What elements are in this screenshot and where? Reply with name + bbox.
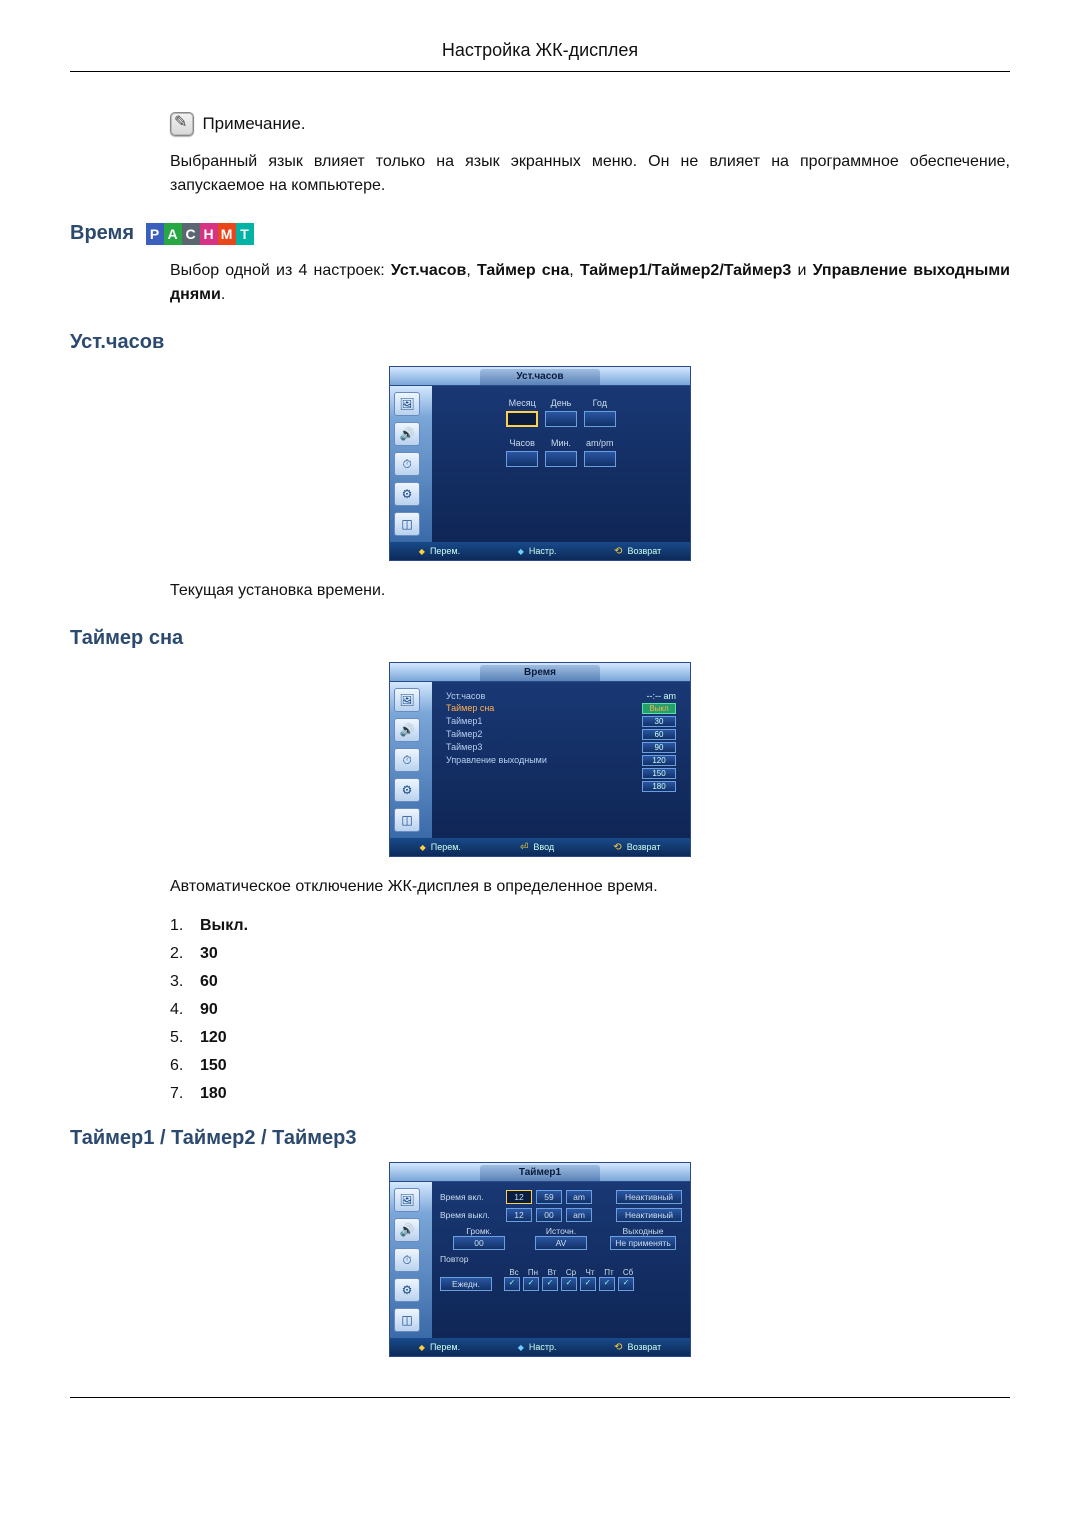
note-text: Выбранный язык влияет только на язык экр… [170,150,1010,198]
sleep-timer-row[interactable]: Таймер сна Выкл [440,702,682,715]
footer-return: Возврат [613,842,660,853]
osd-clockset: Уст.часов 🖼 🔊 ⏱ ⚙ ◫ Месяц День Год [389,366,691,561]
osd-title: Время [480,665,600,681]
osd-sidebar: 🖼 🔊 ⏱ ⚙ ◫ [390,386,432,542]
day-checkbox[interactable]: ✓ [580,1277,596,1291]
day-field[interactable] [545,411,577,427]
clock-icon: ⏱ [394,748,420,772]
time-intro: Выбор одной из 4 настроек: Уст.часов, Та… [170,259,1010,307]
repeat-field[interactable]: Ежедн. [440,1277,492,1291]
multi-icon: ◫ [394,512,420,536]
day-checkbox[interactable]: ✓ [599,1277,615,1291]
settings-icon: ⚙ [394,482,420,506]
on-min[interactable]: 59 [536,1190,562,1204]
settings-icon: ⚙ [394,778,420,802]
on-state[interactable]: Неактивный [616,1190,682,1204]
on-ampm[interactable]: am [566,1190,592,1204]
osd-title: Таймер1 [480,1165,600,1181]
sound-icon: 🔊 [394,718,420,742]
year-field[interactable] [584,411,616,427]
section-heading-time: Время P A C H M T [70,222,1010,245]
sound-icon: 🔊 [394,422,420,446]
off-state[interactable]: Неактивный [616,1208,682,1222]
footer-move: Перем. [419,1342,460,1352]
hour-field[interactable] [506,451,538,467]
footer-return: Возврат [614,546,661,557]
section-heading-clockset: Уст.часов [70,331,1010,354]
day-checkbox[interactable]: ✓ [618,1277,634,1291]
note-label: Примечание. [202,114,305,133]
clockset-caption: Текущая установка времени. [170,579,1010,603]
sleep-caption: Автоматическое отключение ЖК-дисплея в о… [170,875,1010,899]
clock-icon: ⏱ [394,1248,420,1272]
osd-title: Уст.часов [480,369,600,385]
minute-field[interactable] [545,451,577,467]
volume-field[interactable]: 00 [453,1236,505,1250]
month-field[interactable] [506,411,538,427]
footer-adjust: Настр. [518,1342,557,1352]
sound-icon: 🔊 [394,1218,420,1242]
footer-adjust: Настр. [518,546,557,556]
sleep-option[interactable]: Выкл [642,703,676,714]
page-title: Настройка ЖК-дисплея [70,40,1010,61]
source-field[interactable]: AV [535,1236,587,1250]
footer-move: Перем. [420,842,461,852]
footer-move: Перем. [419,546,460,556]
footer-return: Возврат [614,1342,661,1353]
on-hour[interactable]: 12 [506,1190,532,1204]
divider [70,1397,1010,1398]
osd-sleep: Время 🖼 🔊 ⏱ ⚙ ◫ Уст.часов--:-- am Таймер… [389,662,691,857]
section-heading-timers: Таймер1 / Таймер2 / Таймер3 [70,1127,1010,1150]
off-hour[interactable]: 12 [506,1208,532,1222]
osd-timer1: Таймер1 🖼 🔊 ⏱ ⚙ ◫ Время вкл. 12 59 am Не… [389,1162,691,1357]
sleep-value-list: 1.Выкл. 2.30 3.60 4.90 5.120 6.150 7.180 [170,917,1010,1103]
ampm-field[interactable] [584,451,616,467]
divider [70,71,1010,72]
multi-icon: ◫ [394,808,420,832]
picture-icon: 🖼 [394,1188,420,1212]
picture-icon: 🖼 [394,392,420,416]
day-checkbox[interactable]: ✓ [542,1277,558,1291]
multi-icon: ◫ [394,1308,420,1332]
clock-icon: ⏱ [394,452,420,476]
picture-icon: 🖼 [394,688,420,712]
day-checkbox[interactable]: ✓ [561,1277,577,1291]
footer-enter: Ввод [520,842,554,853]
off-min[interactable]: 00 [536,1208,562,1222]
section-heading-sleep: Таймер сна [70,627,1010,650]
off-ampm[interactable]: am [566,1208,592,1222]
day-checkbox[interactable]: ✓ [504,1277,520,1291]
holiday-field[interactable]: Не применять [610,1236,676,1250]
note-icon [170,112,194,136]
day-checkbox[interactable]: ✓ [523,1277,539,1291]
settings-icon: ⚙ [394,1278,420,1302]
input-source-badge: P A C H M T [146,223,254,245]
